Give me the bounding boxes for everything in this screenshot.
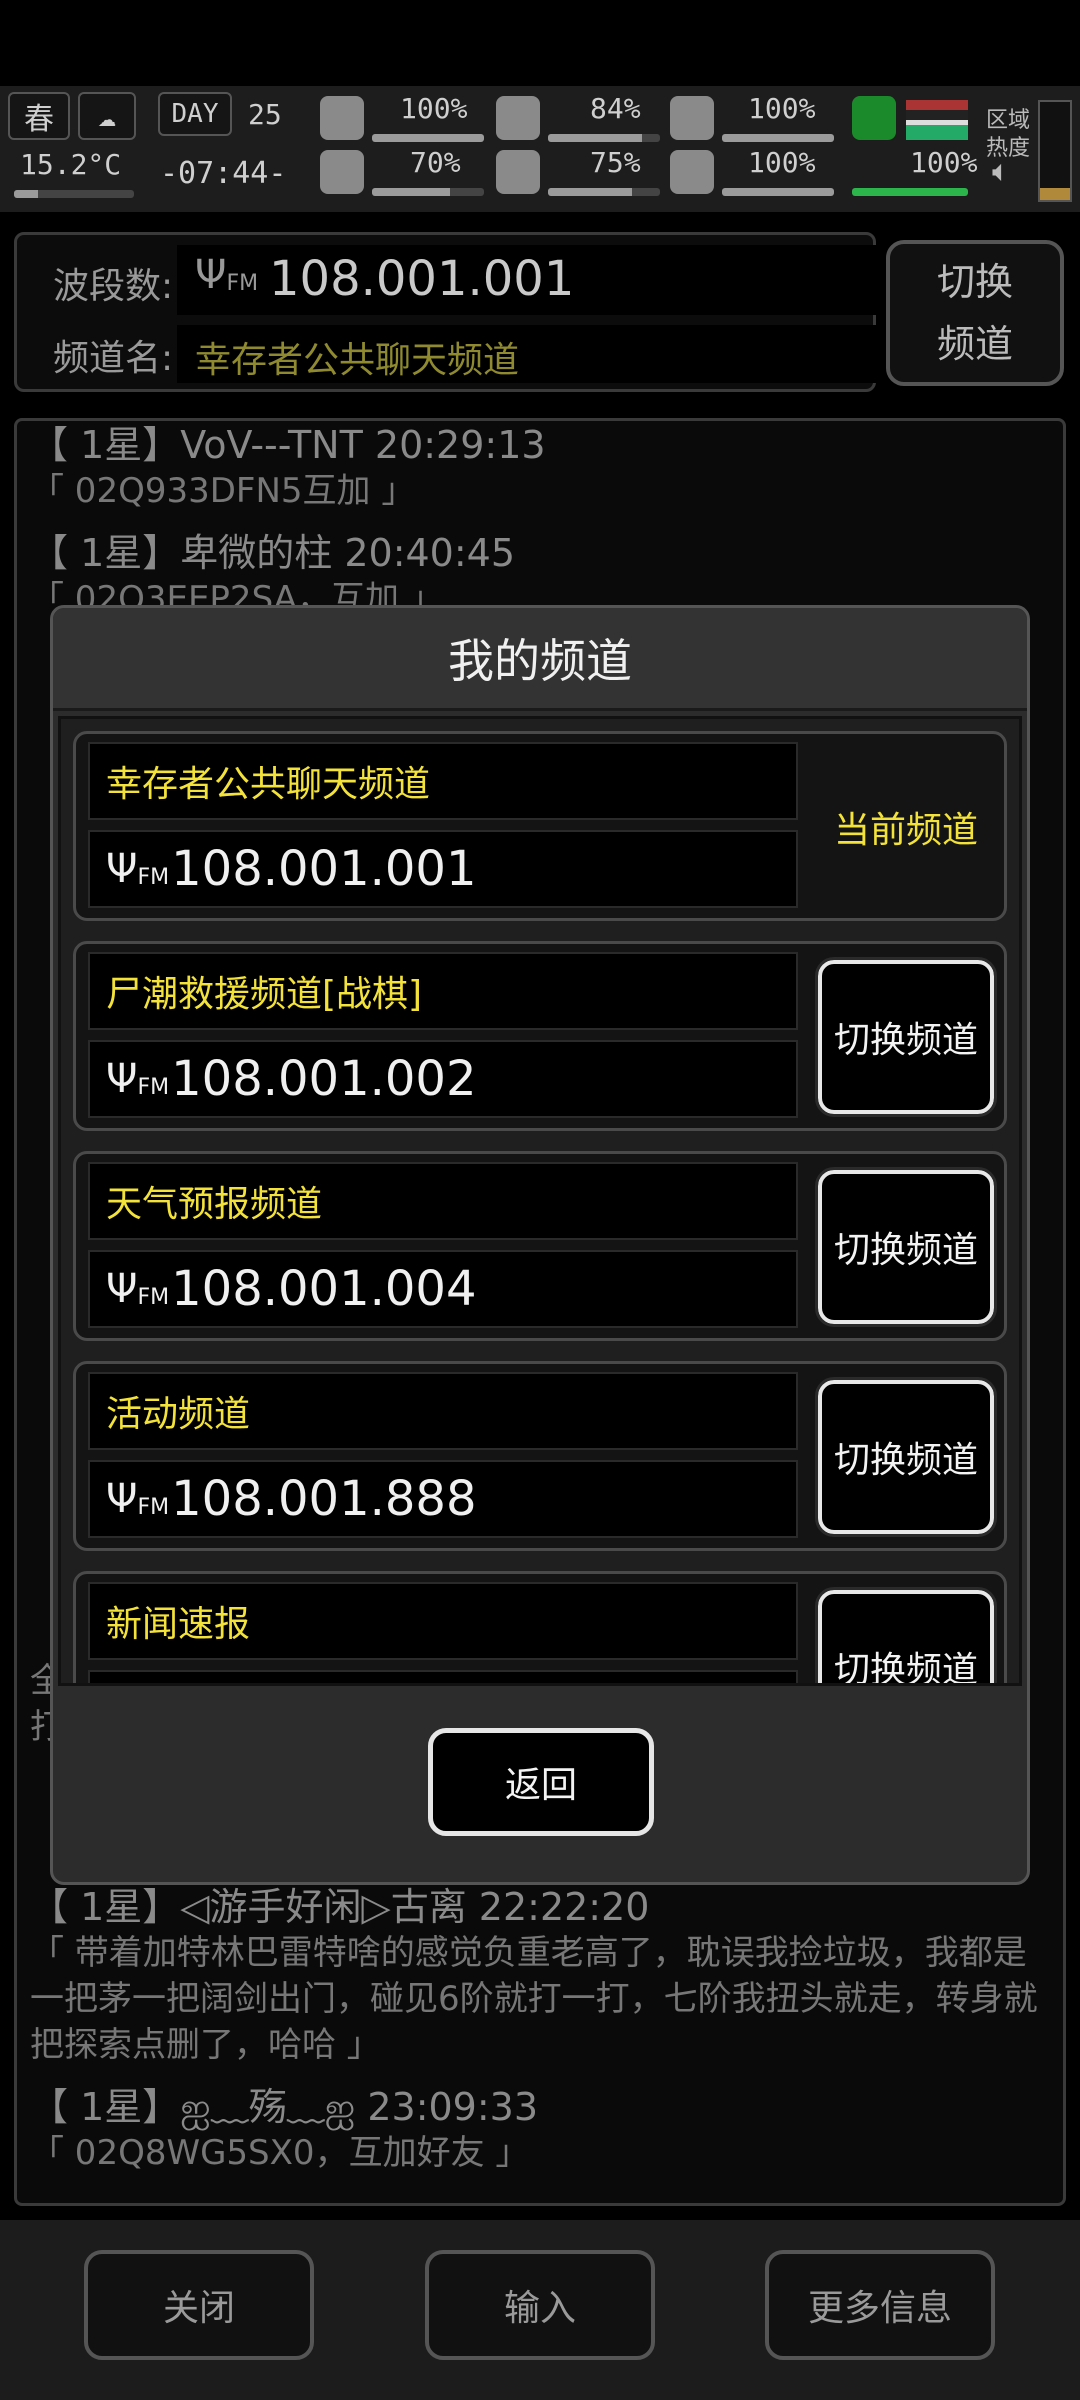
stat-mood-bar bbox=[722, 134, 834, 142]
heat-meter bbox=[1038, 100, 1072, 202]
channel-name: 天气预报频道 bbox=[88, 1162, 798, 1240]
close-button[interactable]: 关闭 bbox=[84, 2250, 314, 2360]
input-button[interactable]: 输入 bbox=[425, 2250, 655, 2360]
channel-name-field: 幸存者公共聊天频道 bbox=[177, 325, 877, 383]
fm-label: FM bbox=[137, 1285, 170, 1310]
channel-name: 幸存者公共聊天频道 bbox=[195, 340, 520, 381]
stat-hunger-bar bbox=[548, 134, 660, 142]
season-indicator: 春 bbox=[8, 92, 70, 140]
channel-info-panel: 波段数: Ψ FM 108.001.001 频道名: 幸存者公共聊天频道 bbox=[14, 232, 877, 392]
antenna-icon: Ψ FM bbox=[195, 252, 259, 298]
stat-health-bar bbox=[372, 134, 484, 142]
band-field: Ψ FM 108.001.001 bbox=[177, 245, 877, 315]
stat-mind-bar bbox=[372, 188, 484, 196]
frequency-value: 108.001.004 bbox=[171, 1261, 477, 1317]
temperature-bar bbox=[14, 190, 134, 198]
current-channel-label: 当前频道 bbox=[833, 810, 978, 851]
my-channels-dialog: 我的频道 幸存者公共聊天频道 Ψ FM 108.001.001 当前频道 尸潮救援… bbox=[50, 605, 1030, 1885]
region-bar bbox=[852, 188, 968, 196]
water-drop-icon bbox=[496, 150, 540, 194]
channel-name: 尸潮救援频道[战棋] bbox=[88, 952, 798, 1030]
channel-card: 幸存者公共聊天频道 Ψ FM 108.001.001 当前频道 bbox=[73, 731, 1007, 921]
pill-icon bbox=[670, 96, 714, 140]
stomach-icon bbox=[496, 96, 540, 140]
stat-hunger-value: 84% bbox=[590, 92, 641, 125]
chat-text: 「 带着加特林巴雷特啥的感觉负重老高了，耽误我捡垃圾，我都是一把茅一把阔剑出门，… bbox=[30, 1933, 1038, 2065]
chat-message: 【 1星】VoV---TNT 20:29:13 「 02Q933DFN5互加 」 bbox=[30, 422, 1050, 514]
channel-name: 活动频道 bbox=[88, 1372, 798, 1450]
boot-icon bbox=[852, 96, 896, 140]
region-value: 100% bbox=[910, 146, 978, 179]
chat-message: 【 1星】ஐ﹏殇﹏ஐ 23:09:33 「 02Q8WG5SX0，互加好友 」 bbox=[30, 2084, 1050, 2176]
channel-card: 天气预报频道 Ψ FM 108.001.004 切换频道 bbox=[73, 1151, 1007, 1341]
season-label: 春 bbox=[24, 102, 54, 137]
fm-label: FM bbox=[137, 1075, 170, 1100]
stat-thirst-value: 75% bbox=[590, 146, 641, 179]
channel-name: 幸存者公共聊天频道 bbox=[88, 742, 798, 820]
heart-icon bbox=[670, 150, 714, 194]
channel-frequency bbox=[88, 1670, 798, 1683]
stat-mind-value: 70% bbox=[410, 146, 461, 179]
switch-channel-button[interactable]: 切换频道 bbox=[815, 1377, 997, 1537]
stat-health-value: 100% bbox=[400, 92, 468, 125]
weather-icon[interactable]: ☁ bbox=[78, 92, 136, 140]
chat-meta: 【 1星】VoV---TNT 20:29:13 bbox=[30, 423, 546, 467]
frequency-value: 108.001.888 bbox=[171, 1471, 477, 1527]
fm-label: FM bbox=[137, 865, 170, 890]
more-info-button[interactable]: 更多信息 bbox=[765, 2250, 995, 2360]
speaker-icon[interactable]: 🔈︎ bbox=[992, 154, 1010, 189]
chat-text: 「 02Q933DFN5互加 」 bbox=[30, 471, 416, 511]
frequency-value: 108.001.002 bbox=[171, 1051, 477, 1107]
temperature-value: 15.2°C bbox=[20, 148, 122, 181]
antenna-icon: Ψ FM bbox=[106, 1266, 170, 1312]
back-button[interactable]: 返回 bbox=[428, 1728, 654, 1836]
fm-label: FM bbox=[226, 271, 259, 296]
band-value: 108.001.001 bbox=[269, 251, 575, 307]
switch-channel-button[interactable]: 切换频道 bbox=[815, 957, 997, 1117]
antenna-icon: Ψ FM bbox=[106, 1056, 170, 1102]
stat-mood-value: 100% bbox=[748, 92, 816, 125]
day-label: DAY bbox=[171, 99, 219, 129]
status-bar: 春 ☁ 15.2°C DAY 25 -07:44- 100% 70% 84% 7… bbox=[0, 86, 1080, 212]
chat-text: 「 02Q8WG5SX0，互加好友 」 bbox=[30, 2133, 530, 2173]
channel-card: 活动频道 Ψ FM 108.001.888 切换频道 bbox=[73, 1361, 1007, 1551]
switch-channel-button[interactable]: 切换 频道 bbox=[886, 240, 1064, 386]
channel-list[interactable]: 幸存者公共聊天频道 Ψ FM 108.001.001 当前频道 尸潮救援频道[战棋… bbox=[58, 716, 1022, 1686]
switch-line-1: 切换 bbox=[936, 260, 1013, 304]
channel-name: 新闻速报 bbox=[88, 1582, 798, 1660]
bottom-bar: 关闭 输入 更多信息 bbox=[0, 2220, 1080, 2400]
medkit-icon bbox=[320, 96, 364, 140]
dialog-title: 我的频道 bbox=[53, 608, 1027, 711]
stat-thirst-bar bbox=[548, 188, 660, 196]
channel-label: 频道名: bbox=[53, 338, 174, 379]
channel-card: 新闻速报 切换频道 bbox=[73, 1571, 1007, 1683]
flag-icon bbox=[906, 100, 968, 140]
stat-heart-value: 100% bbox=[748, 146, 816, 179]
chat-meta: 【 1星】ஐ﹏殇﹏ஐ 23:09:33 bbox=[30, 2085, 539, 2129]
day-number: 25 bbox=[248, 98, 282, 131]
chat-message: 【 1星】◁游手好闲▷古离 22:22:20 「 带着加特林巴雷特啥的感觉负重老… bbox=[30, 1884, 1050, 2068]
stat-heart-bar bbox=[722, 188, 834, 196]
switch-line-2: 频道 bbox=[936, 322, 1013, 366]
channel-frequency: Ψ FM 108.001.001 bbox=[88, 830, 798, 908]
antenna-icon: Ψ FM bbox=[106, 1476, 170, 1522]
fm-label: FM bbox=[137, 1495, 170, 1520]
antenna-icon: Ψ FM bbox=[106, 846, 170, 892]
channel-frequency: Ψ FM 108.001.004 bbox=[88, 1250, 798, 1328]
clock-time: -07:44- bbox=[160, 156, 287, 191]
channel-frequency: Ψ FM 108.001.888 bbox=[88, 1460, 798, 1538]
switch-channel-button[interactable]: 切换频道 bbox=[815, 1587, 997, 1683]
channel-frequency: Ψ FM 108.001.002 bbox=[88, 1040, 798, 1118]
chat-meta: 【 1星】卑微的柱 20:40:45 bbox=[30, 531, 516, 575]
channel-card: 尸潮救援频道[战棋] Ψ FM 108.001.002 切换频道 bbox=[73, 941, 1007, 1131]
chat-meta: 【 1星】◁游手好闲▷古离 22:22:20 bbox=[30, 1885, 650, 1929]
frequency-value: 108.001.001 bbox=[171, 841, 477, 897]
switch-channel-button[interactable]: 切换频道 bbox=[815, 1167, 997, 1327]
day-badge: DAY bbox=[158, 92, 232, 136]
brain-icon bbox=[320, 150, 364, 194]
band-label: 波段数: bbox=[53, 266, 174, 307]
